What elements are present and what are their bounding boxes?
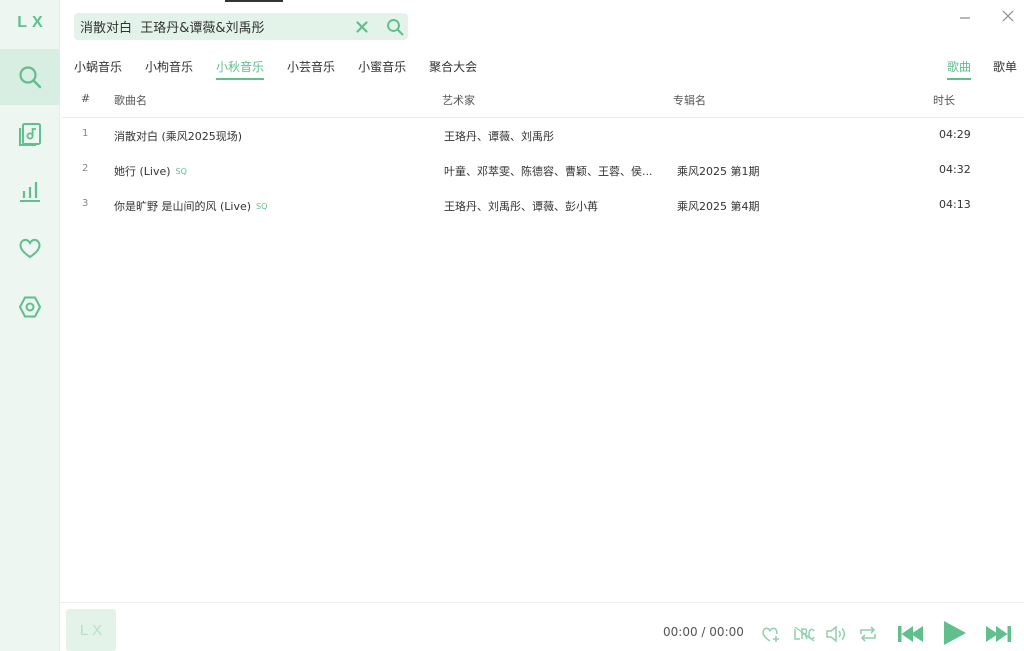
song-title: 消散对白 (乘风2025现场) [114,130,243,143]
table-row[interactable]: 3 你是旷野 是山间的风 (Live) SQ 王珞丹、刘禹彤、谭薇、彭小苒 乘风2… [62,188,1024,223]
heart-icon [19,238,41,259]
repeat-button[interactable] [856,623,880,645]
album-cover[interactable]: LX [66,609,116,651]
quality-badge: SQ [256,202,268,211]
search-icon [19,66,42,89]
row-album: 乘风2025 第4期 [677,200,760,213]
tab-source-2[interactable]: 小枸音乐 [145,58,193,80]
column-duration: 时长 [933,94,955,107]
tab-songs[interactable]: 歌曲 [947,58,972,80]
volume-button[interactable] [824,623,848,645]
play-button[interactable] [938,618,970,648]
row-song-name: 消散对白 (乘风2025现场) [114,128,434,144]
chart-icon [20,182,40,202]
music-list-icon [19,123,41,146]
search-button[interactable] [384,16,406,38]
row-album: 乘风2025 第1期 [677,165,760,178]
total-time: 00:00 [709,625,744,639]
row-artist: 王珞丹、刘禹彤、谭薇、彭小苒 [444,200,598,213]
app-logo: LX [17,14,48,31]
lyrics-icon [794,626,815,642]
column-index: # [81,92,91,105]
playback-time: 00:00 / 00:00 [663,625,744,639]
settings-icon [18,296,42,318]
table-row[interactable]: 2 她行 (Live) SQ 叶童、邓萃雯、陈德容、曹颖、王蓉、侯... 乘风20… [62,153,1024,188]
play-icon [944,621,966,645]
row-duration: 04:13 [939,198,971,211]
clear-search-button[interactable] [352,17,372,37]
time-separator: / [701,625,706,639]
tab-source-4[interactable]: 小芸音乐 [287,58,335,80]
next-button[interactable] [982,620,1014,648]
row-duration: 04:32 [939,163,971,176]
current-time: 00:00 [663,625,698,639]
row-song-name: 她行 (Live) SQ [114,163,434,179]
next-icon [986,626,1011,642]
previous-button[interactable] [895,620,927,648]
column-song-name: 歌曲名 [114,94,147,107]
sidebar-item-settings[interactable] [0,279,60,335]
quality-badge: SQ [175,167,187,176]
row-duration: 04:29 [939,128,971,141]
window-close-button[interactable] [998,6,1018,26]
source-tabs: 小蜗音乐 小枸音乐 小秋音乐 小芸音乐 小蜜音乐 聚合大会 [74,58,500,82]
repeat-icon [860,626,876,642]
add-favorite-button[interactable] [760,623,782,645]
search-input[interactable] [74,13,354,40]
table-header: # 歌曲名 艺术家 专辑名 时长 [62,88,1024,118]
song-title: 她行 (Live) [114,165,171,178]
volume-icon [826,625,845,643]
previous-icon [898,626,923,642]
tab-source-3[interactable]: 小秋音乐 [216,58,265,80]
row-song-name: 你是旷野 是山间的风 (Live) SQ [114,198,434,214]
row-artist: 叶童、邓萃雯、陈德容、曹颖、王蓉、侯... [444,165,653,178]
minimize-icon [960,17,970,19]
row-index: 1 [82,128,89,139]
tab-playlists[interactable]: 歌单 [993,58,1017,80]
song-title: 你是旷野 是山间的风 (Live) [114,200,252,213]
row-index: 2 [82,163,89,174]
row-artist: 王珞丹、谭薇、刘禹彤 [444,130,554,143]
close-icon [1002,10,1014,22]
column-album: 专辑名 [673,94,706,107]
tab-source-6[interactable]: 聚合大会 [429,58,477,80]
tab-source-1[interactable]: 小蜗音乐 [74,58,122,80]
top-accent-line [225,0,283,2]
sidebar-item-leaderboard[interactable] [0,163,60,219]
minimize-button[interactable] [955,6,975,26]
close-icon [356,21,368,33]
column-artist: 艺术家 [442,94,475,107]
row-index: 3 [82,198,89,209]
tab-source-5[interactable]: 小蜜音乐 [358,58,406,80]
sidebar-item-search[interactable] [0,49,60,105]
sidebar-item-favorites[interactable] [0,220,60,276]
lyrics-button[interactable] [792,623,816,645]
sidebar-item-song-list[interactable] [0,106,60,162]
add-favorite-icon [762,627,779,642]
search-icon [387,19,404,36]
table-row[interactable]: 1 消散对白 (乘风2025现场) 王珞丹、谭薇、刘禹彤 04:29 [62,118,1024,153]
sidebar: LX [0,0,60,651]
